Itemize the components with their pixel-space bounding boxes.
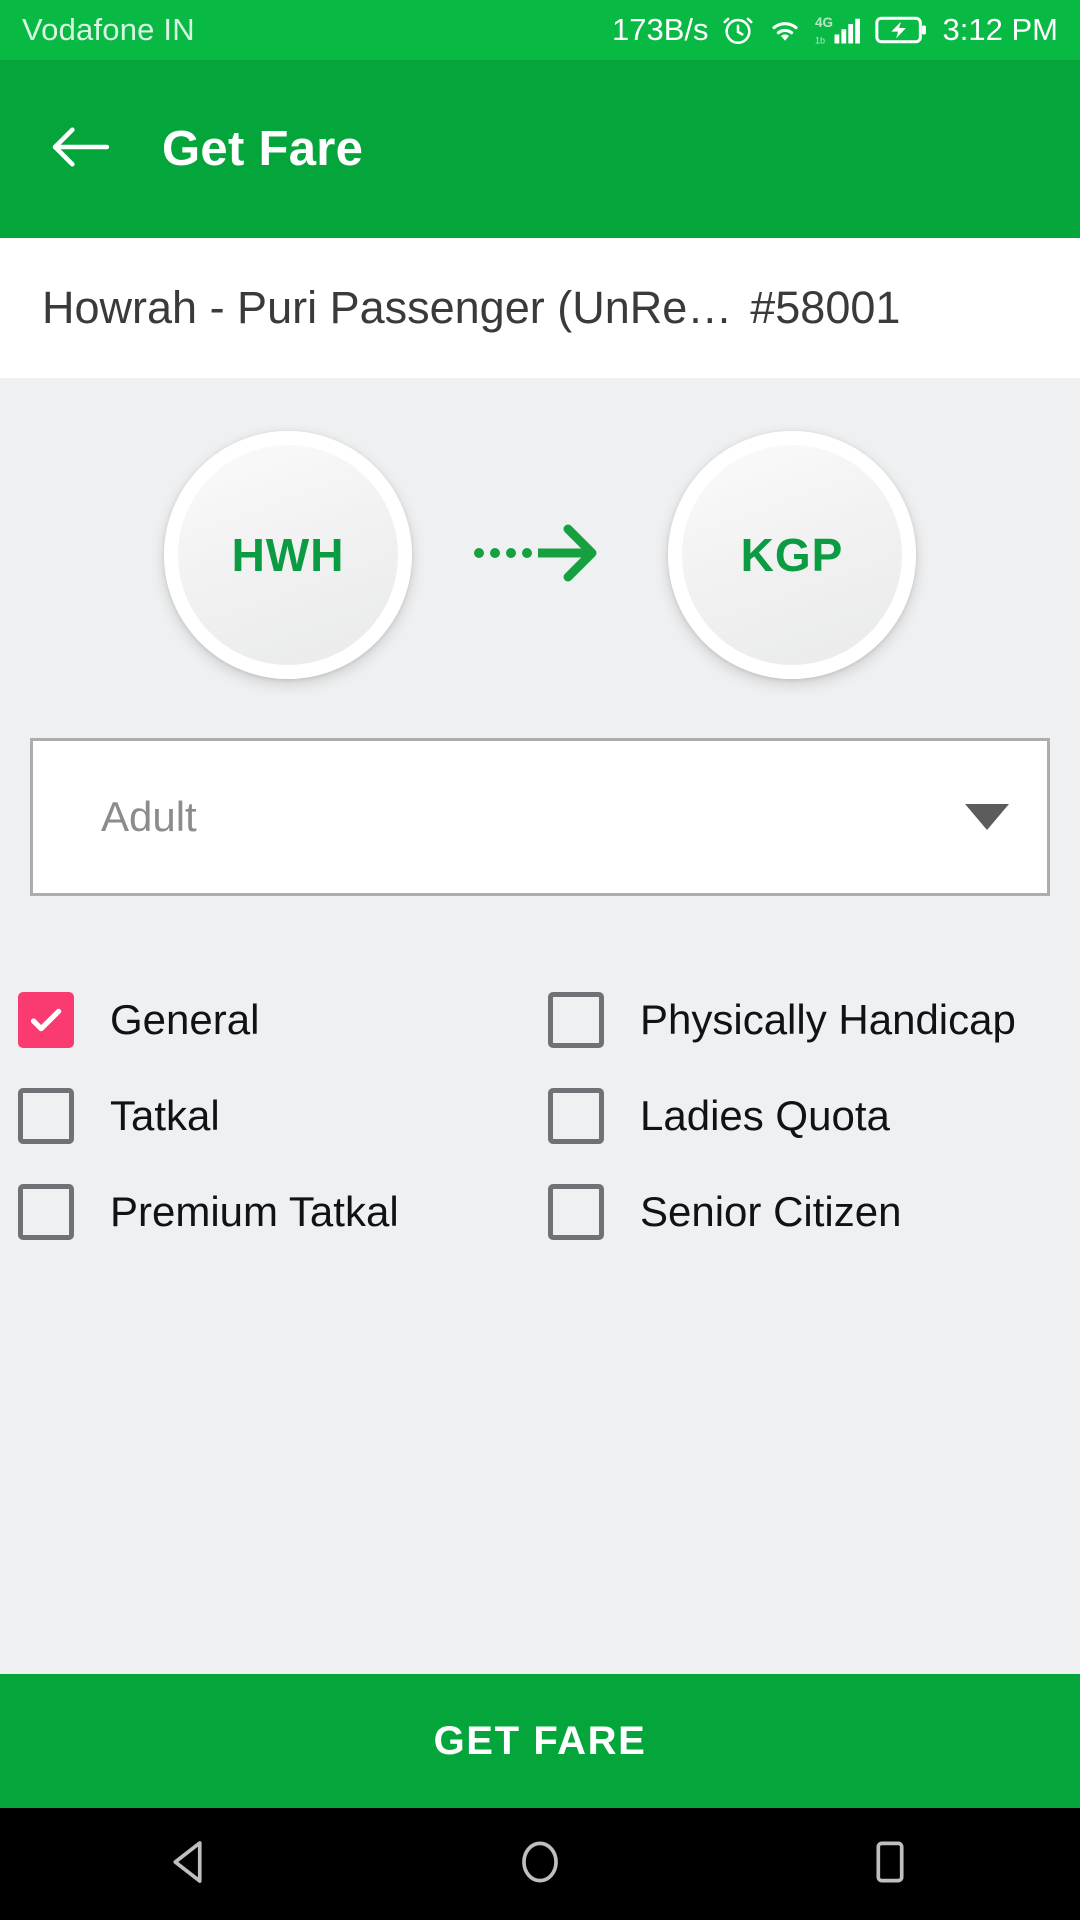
clock-label: 3:12 PM xyxy=(942,12,1058,47)
destination-station-button[interactable]: KGP xyxy=(668,431,916,679)
alarm-icon xyxy=(721,13,755,47)
checkbox-premium-tatkal[interactable] xyxy=(18,1184,74,1240)
quota-option-premium-tatkal[interactable]: Premium Tatkal xyxy=(18,1184,548,1240)
quota-option-physically-handicap[interactable]: Physically Handicap xyxy=(548,992,1080,1048)
page-title: Get Fare xyxy=(162,122,364,176)
status-bar-icons: 173B/s 4G 1b 3:12 PM xyxy=(612,12,1058,48)
svg-text:1b: 1b xyxy=(815,36,825,46)
source-station-button[interactable]: HWH xyxy=(164,431,412,679)
app-screen: Vodafone IN 173B/s 4G 1b 3:12 PM Get Far… xyxy=(0,0,1080,1920)
source-station-code: HWH xyxy=(231,529,345,581)
checkbox-general[interactable] xyxy=(18,992,74,1048)
network-speed-label: 173B/s xyxy=(612,12,709,47)
quota-option-ladies-quota[interactable]: Ladies Quota xyxy=(548,1088,1080,1144)
android-nav-bar xyxy=(0,1808,1080,1920)
checkbox-ladies-quota[interactable] xyxy=(548,1088,604,1144)
quota-option-general[interactable]: General xyxy=(18,992,548,1048)
route-section: HWH KGP xyxy=(0,390,1080,720)
dotted-arrow-right-icon xyxy=(474,519,606,592)
battery-charging-icon xyxy=(874,15,927,45)
svg-text:4G: 4G xyxy=(815,15,833,30)
train-header: Howrah - Puri Passenger (UnRe… #58001 xyxy=(0,238,1080,378)
android-recents-button[interactable] xyxy=(845,1819,935,1909)
quota-label-physically-handicap: Physically Handicap xyxy=(640,996,1016,1043)
chevron-down-icon xyxy=(965,804,1009,830)
passenger-type-dropdown[interactable]: Adult xyxy=(30,738,1050,896)
android-home-button[interactable] xyxy=(495,1819,585,1909)
passenger-type-section: Adult xyxy=(0,738,1080,896)
checkbox-senior-citizen[interactable] xyxy=(548,1184,604,1240)
android-back-icon xyxy=(164,1836,216,1893)
app-bar: Get Fare xyxy=(0,60,1080,238)
checkbox-physically-handicap[interactable] xyxy=(548,992,604,1048)
quota-label-premium-tatkal: Premium Tatkal xyxy=(110,1188,399,1235)
form-body: HWH KGP Adult General Physically Handica… xyxy=(0,378,1080,1808)
status-bar: Vodafone IN 173B/s 4G 1b 3:12 PM xyxy=(0,0,1080,60)
passenger-type-value: Adult xyxy=(101,793,197,840)
back-arrow-icon xyxy=(49,124,111,175)
destination-station-code: KGP xyxy=(740,529,844,581)
train-number-label: #58001 xyxy=(750,282,901,333)
quota-label-senior-citizen: Senior Citizen xyxy=(640,1188,902,1235)
quota-label-tatkal: Tatkal xyxy=(110,1092,220,1139)
get-fare-button[interactable]: GET FARE xyxy=(0,1674,1080,1808)
back-button[interactable] xyxy=(48,117,112,181)
train-name-label: Howrah - Puri Passenger (UnRe… xyxy=(42,282,733,333)
quota-option-tatkal[interactable]: Tatkal xyxy=(18,1088,548,1144)
quota-options: General Physically Handicap Tatkal Ladie… xyxy=(0,972,1080,1260)
wifi-icon xyxy=(767,15,803,45)
android-back-button[interactable] xyxy=(145,1819,235,1909)
checkbox-tatkal[interactable] xyxy=(18,1088,74,1144)
quota-label-general: General xyxy=(110,996,260,1043)
quota-option-senior-citizen[interactable]: Senior Citizen xyxy=(548,1184,1080,1240)
android-home-icon xyxy=(514,1836,566,1893)
signal-4g-icon: 4G 1b xyxy=(815,13,863,47)
get-fare-label: GET FARE xyxy=(433,1718,647,1763)
route-arrow xyxy=(412,519,668,592)
quota-label-ladies-quota: Ladies Quota xyxy=(640,1092,890,1139)
carrier-label: Vodafone IN xyxy=(22,12,195,47)
android-recents-icon xyxy=(864,1836,916,1893)
